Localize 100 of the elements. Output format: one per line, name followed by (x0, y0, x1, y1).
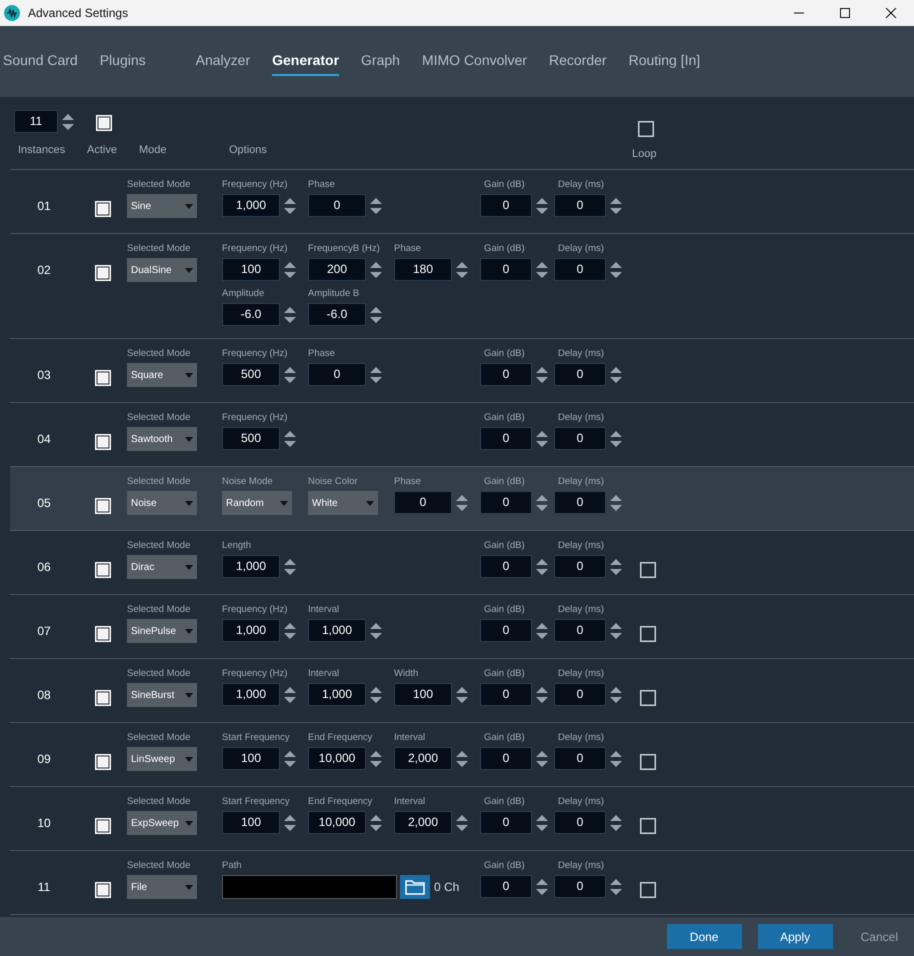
number-field[interactable]: 0 (554, 619, 606, 642)
number-field[interactable]: 0 (480, 619, 532, 642)
field-label: Noise Color (308, 475, 359, 489)
dropdown[interactable]: DualSine (127, 258, 197, 282)
number-field[interactable]: 0 (394, 491, 452, 514)
number-field[interactable]: 0 (554, 363, 606, 386)
dropdown[interactable]: ExpSweep (127, 811, 197, 835)
number-field[interactable]: 0 (480, 555, 532, 578)
number-field[interactable]: 0 (480, 875, 532, 898)
number-field[interactable]: 2,000 (394, 747, 452, 770)
dropdown[interactable]: Noise (127, 491, 197, 515)
number-field[interactable]: 1,000 (308, 619, 366, 642)
dialog-button[interactable]: Done (666, 924, 742, 949)
caret-icon (185, 564, 193, 570)
number-field[interactable]: 0 (480, 427, 532, 450)
checkbox[interactable] (94, 434, 110, 450)
field-label: Gain (dB) (483, 178, 526, 192)
checkbox[interactable] (94, 562, 110, 578)
number-field[interactable]: 0 (480, 363, 532, 386)
number-field[interactable]: 0 (554, 258, 606, 281)
tab[interactable]: MIMO Convolver (422, 48, 527, 76)
checkbox[interactable] (94, 690, 110, 706)
number-field[interactable]: 0 (480, 491, 532, 514)
number-field[interactable]: 0 (554, 194, 606, 217)
dropdown[interactable]: SinePulse (127, 619, 197, 643)
tab[interactable]: Sound Card (3, 48, 78, 76)
number-field[interactable]: 500 (222, 363, 280, 386)
tab[interactable]: Generator (272, 48, 340, 76)
number-field[interactable]: 1,000 (308, 683, 366, 706)
instance-number: 06 (37, 560, 51, 574)
selected-row[interactable]: 05 Selected Mode Noise Noise Mode Random Noise Color White Phase 0 Gain (dB) 0 Delay (ms) 0 (10, 467, 914, 531)
dropdown[interactable]: White (308, 491, 378, 515)
checkbox[interactable] (94, 818, 110, 834)
field-label: Selected Mode (127, 347, 192, 361)
number-field[interactable]: 180 (394, 258, 452, 281)
checkbox[interactable] (96, 115, 112, 131)
number-field[interactable]: 100 (222, 258, 280, 281)
number-field[interactable]: 200 (308, 258, 366, 281)
number-field[interactable]: 0 (480, 683, 532, 706)
tab[interactable]: Routing [In] (628, 48, 700, 76)
number-field[interactable]: 0 (308, 194, 366, 217)
dropdown[interactable]: Sine (127, 194, 197, 218)
field-label: Frequency (Hz) (222, 411, 288, 425)
number-field[interactable]: 100 (222, 811, 280, 834)
field-label: Selected Mode (127, 242, 192, 256)
number-field[interactable]: 100 (394, 683, 452, 706)
field-label: Selected Mode (127, 475, 192, 489)
number-field[interactable]: 0 (480, 811, 532, 834)
field-label: Gain (dB) (483, 603, 526, 617)
dropdown[interactable]: Square (127, 363, 197, 387)
field-label: End Frequency (308, 795, 374, 809)
number-field[interactable]: 0 (480, 194, 532, 217)
checkbox[interactable] (94, 626, 110, 642)
dropdown[interactable]: SineBurst (127, 683, 197, 707)
number-field[interactable]: 0 (554, 875, 606, 898)
dropdown[interactable]: Random (222, 491, 292, 515)
tab[interactable]: Analyzer (196, 48, 250, 76)
dialog-button[interactable]: Apply (758, 924, 833, 949)
number-field[interactable]: -6.0 (308, 303, 366, 326)
number-field[interactable]: 0 (554, 427, 606, 450)
number-field[interactable]: 1,000 (222, 555, 280, 578)
number-field[interactable]: 0 (480, 258, 532, 281)
checkbox[interactable] (94, 882, 110, 898)
checkbox[interactable] (94, 754, 110, 770)
dropdown[interactable]: File (127, 875, 197, 899)
instance-number: 03 (37, 368, 51, 382)
number-field[interactable]: 1,000 (222, 619, 280, 642)
number-field[interactable]: 0 (554, 683, 606, 706)
number-field[interactable]: 1,000 (222, 194, 280, 217)
checkbox[interactable] (94, 200, 110, 217)
field-label: Frequency (Hz) (222, 347, 288, 361)
field-label: Gain (dB) (483, 731, 526, 745)
number-field[interactable]: -6.0 (222, 303, 280, 326)
checkbox[interactable] (94, 498, 110, 514)
checkbox[interactable] (94, 264, 110, 281)
number-field[interactable]: 0 (308, 363, 366, 386)
cancel-link[interactable]: Cancel (848, 924, 910, 949)
number-field[interactable]: 0 (554, 491, 606, 514)
number-field[interactable]: 0 (554, 555, 606, 578)
number-field[interactable]: 0 (554, 747, 606, 770)
tab[interactable]: Recorder (548, 48, 607, 76)
dropdown[interactable]: Dirac (127, 555, 197, 579)
browse-button[interactable] (400, 875, 430, 899)
dropdown[interactable]: LinSweep (127, 747, 197, 771)
number-field[interactable]: 100 (222, 747, 280, 770)
number-field[interactable]: 10,000 (308, 811, 366, 834)
checkbox[interactable] (94, 370, 110, 386)
number-field[interactable]: 10,000 (308, 747, 366, 770)
instance-number: 04 (37, 432, 51, 446)
number-field[interactable]: 0 (554, 811, 606, 834)
number-field[interactable]: 500 (222, 427, 280, 450)
number-field[interactable]: 2,000 (394, 811, 452, 834)
tab[interactable]: Plugins (100, 48, 146, 76)
number-field[interactable]: 0 (480, 747, 532, 770)
instances-field[interactable]: 11 (14, 110, 58, 133)
path-field[interactable] (222, 875, 397, 899)
dropdown[interactable]: Sawtooth (127, 427, 197, 451)
field-label: Phase (308, 347, 336, 361)
tab[interactable]: Graph (361, 48, 400, 76)
number-field[interactable]: 1,000 (222, 683, 280, 706)
